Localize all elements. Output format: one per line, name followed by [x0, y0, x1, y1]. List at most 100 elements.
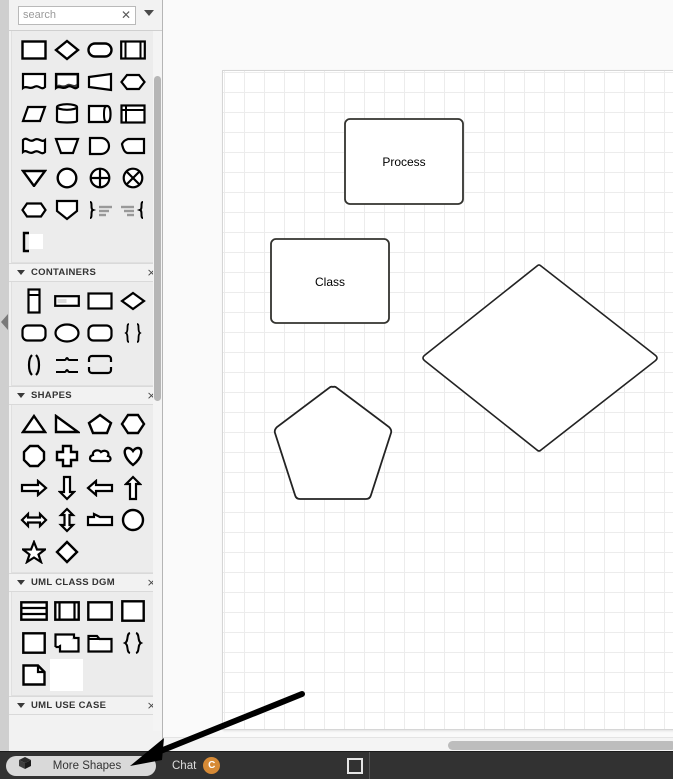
diagram-page[interactable]: Process Class — [222, 70, 673, 730]
shape-rhombus[interactable] — [50, 34, 83, 66]
chat-button[interactable]: Chat C — [172, 757, 221, 774]
shape-pentagon[interactable] — [83, 408, 116, 440]
shape-top-brace[interactable] — [83, 349, 116, 381]
shape-note[interactable] — [17, 659, 50, 691]
more-shapes-button[interactable]: More Shapes — [6, 755, 156, 776]
shape-arrow-up-down[interactable] — [50, 504, 83, 536]
shape-object[interactable] — [17, 627, 50, 659]
diagram-shape-process[interactable]: Process — [344, 118, 464, 205]
shape-ellipse-container[interactable] — [50, 317, 83, 349]
shape-container-rect[interactable] — [83, 285, 116, 317]
shape-component[interactable] — [50, 627, 83, 659]
diagram-shape-pentagon[interactable] — [272, 384, 394, 502]
shape-document[interactable] — [17, 66, 50, 98]
shape-class-simple[interactable] — [116, 595, 149, 627]
shape-group-containers — [11, 282, 156, 386]
shape-cylinder[interactable] — [50, 98, 83, 130]
shape-curly-braces-pair[interactable] — [116, 317, 149, 349]
shape-cloud[interactable] — [83, 440, 116, 472]
palette-vertical-scrollbar[interactable] — [153, 31, 162, 731]
diagram-canvas[interactable]: Process Class — [163, 0, 673, 751]
shape-parentheses-pair[interactable] — [17, 349, 50, 381]
shape-octagon[interactable] — [17, 440, 50, 472]
shape-horizontal-container[interactable] — [50, 285, 83, 317]
shape-triangle-down[interactable] — [17, 162, 50, 194]
shape-callout-arrow[interactable] — [83, 504, 116, 536]
shape-rectangle[interactable] — [17, 34, 50, 66]
shape-heart[interactable] — [116, 440, 149, 472]
shape-class-with-sidebar[interactable] — [50, 595, 83, 627]
shape-circle-cross-x[interactable] — [116, 162, 149, 194]
shape-class-3-compartment[interactable] — [17, 595, 50, 627]
search-box[interactable]: ✕ — [18, 6, 136, 25]
shape-brace-right-list[interactable] — [83, 194, 116, 226]
shape-group-shapes — [11, 405, 156, 573]
shape-search-row: ✕ — [9, 0, 162, 31]
chevron-down-icon[interactable] — [144, 10, 154, 16]
scrollbar-thumb[interactable] — [154, 76, 161, 401]
shape-hexagon[interactable] — [116, 408, 149, 440]
shape-vertical-container[interactable] — [17, 285, 50, 317]
section-title-uml-class-dgm: UML Class Dgm — [31, 577, 115, 588]
shape-document-filled[interactable] — [50, 66, 83, 98]
shape-arrow-right[interactable] — [17, 472, 50, 504]
shape-arrow-left-right[interactable] — [17, 504, 50, 536]
shape-diamond[interactable] — [50, 536, 83, 568]
scrollbar-thumb[interactable] — [448, 741, 673, 750]
shape-star[interactable] — [17, 536, 50, 568]
chevron-down-icon — [17, 580, 25, 585]
shape-highlighted-slot[interactable] — [50, 659, 83, 691]
section-header-uml-class-dgm[interactable]: UML Class Dgm × — [9, 573, 162, 592]
shape-wave-document[interactable] — [17, 130, 50, 162]
shape-arrow-left[interactable] — [83, 472, 116, 504]
section-title-containers: Containers — [31, 267, 97, 278]
shape-pentagon-down[interactable] — [50, 194, 83, 226]
shape-card[interactable] — [116, 130, 149, 162]
shape-class-2-compartment[interactable] — [83, 595, 116, 627]
shape-parallelogram-alt[interactable] — [83, 66, 116, 98]
shape-label-process: Process — [382, 155, 426, 169]
section-header-shapes[interactable]: Shapes × — [9, 386, 162, 405]
shape-parallelogram[interactable] — [17, 98, 50, 130]
shape-bracket-left[interactable] — [17, 226, 50, 258]
shape-trapezoid[interactable] — [50, 130, 83, 162]
shape-cross[interactable] — [50, 440, 83, 472]
shape-hexagon[interactable] — [116, 66, 149, 98]
section-title-uml-use-case: UML Use Case — [31, 700, 107, 711]
shape-hexagon-flat[interactable] — [17, 194, 50, 226]
shape-rounded-container-2[interactable] — [83, 317, 116, 349]
shape-process[interactable] — [116, 34, 149, 66]
canvas-horizontal-scrollbar[interactable] — [163, 737, 673, 751]
shape-triangle[interactable] — [17, 408, 50, 440]
shape-right-triangle[interactable] — [50, 408, 83, 440]
chevron-down-icon — [17, 393, 25, 398]
shape-internal-storage[interactable] — [116, 98, 149, 130]
more-shapes-label: More Shapes — [52, 759, 122, 772]
shape-circle[interactable] — [116, 504, 149, 536]
shape-rounded-container[interactable] — [17, 317, 50, 349]
section-header-containers[interactable]: Containers × — [9, 263, 162, 282]
chat-user-badge[interactable]: C — [203, 757, 221, 774]
shape-circle[interactable] — [50, 162, 83, 194]
panel-collapse-handle[interactable] — [0, 0, 9, 751]
shape-container-rhombus[interactable] — [116, 285, 149, 317]
shape-arrow-down[interactable] — [50, 472, 83, 504]
close-icon[interactable]: ✕ — [121, 8, 131, 23]
shape-package[interactable] — [83, 627, 116, 659]
diagram-shape-diamond[interactable] — [421, 263, 661, 453]
diagram-shape-class[interactable]: Class — [270, 238, 390, 324]
shape-tape-horizontal[interactable] — [83, 98, 116, 130]
square-stop-icon[interactable] — [347, 758, 363, 774]
shape-brace-left-list[interactable] — [116, 194, 149, 226]
shape-rounded-rectangle[interactable] — [83, 34, 116, 66]
application-window: ✕ — [0, 0, 673, 779]
shape-curly-brace-note[interactable] — [116, 627, 149, 659]
shape-horizontal-brace[interactable] — [50, 349, 83, 381]
shape-arrow-up[interactable] — [116, 472, 149, 504]
section-header-uml-use-case[interactable]: UML Use Case × — [9, 696, 162, 715]
search-input[interactable] — [23, 7, 115, 24]
shape-delay[interactable] — [83, 130, 116, 162]
palette-scroll-area[interactable]: Containers × — [9, 31, 162, 751]
shape-circle-cross-plus[interactable] — [83, 162, 116, 194]
chat-label: Chat — [172, 759, 197, 772]
